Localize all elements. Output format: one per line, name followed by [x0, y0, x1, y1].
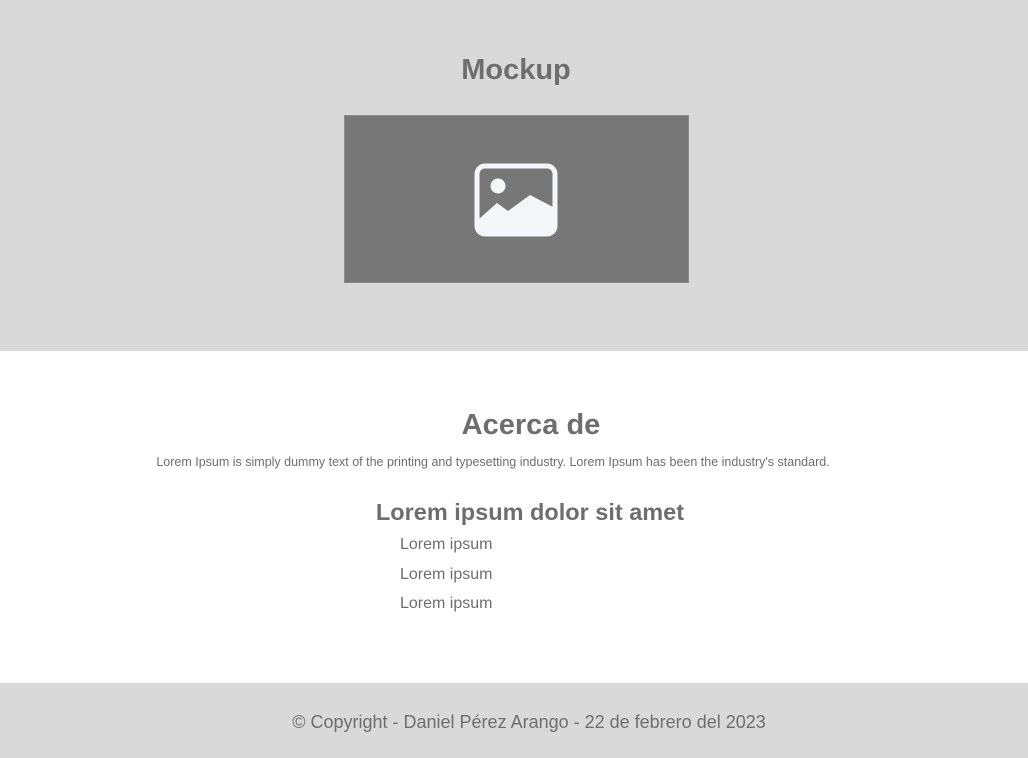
copyright-text: © Copyright - Daniel Pérez Arango - 22 d… [292, 712, 766, 732]
hero-title: Mockup [461, 54, 571, 86]
list-item: Lorem ipsum [400, 536, 493, 553]
list-title: Lorem ipsum dolor sit amet [375, 499, 685, 525]
hero-image-placeholder [344, 115, 689, 283]
image-placeholder-icon [474, 163, 558, 237]
list-item: Lorem ipsum [400, 595, 493, 612]
list-item: Lorem ipsum [400, 565, 493, 583]
about-title: Acerca de [461, 409, 601, 441]
hero-section: Mockup [0, 0, 1028, 351]
item-list: Lorem ipsum Lorem ipsum Lorem ipsum [400, 535, 492, 624]
footer: © Copyright - Daniel Pérez Arango - 22 d… [0, 683, 1028, 758]
about-text: Lorem Ipsum is simply dummy text of the … [156, 455, 830, 469]
